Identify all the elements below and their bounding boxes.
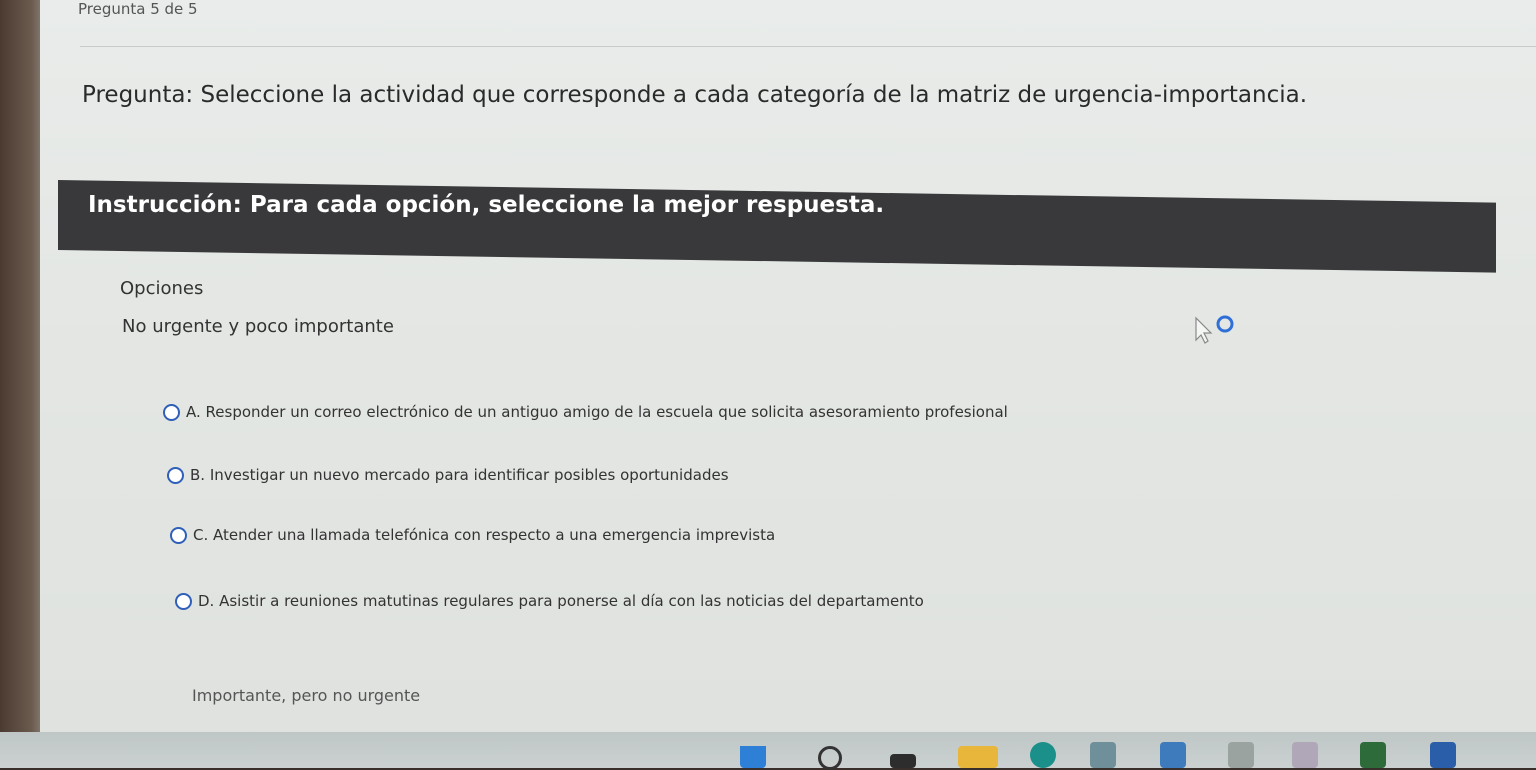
- taskview-icon[interactable]: [890, 754, 916, 768]
- app-icon[interactable]: [1292, 742, 1318, 768]
- question-text: Pregunta: Seleccione la actividad que co…: [82, 82, 1308, 108]
- quiz-screen: [40, 0, 1536, 732]
- header-divider: [80, 46, 1536, 47]
- radio-button-a[interactable]: [163, 403, 180, 421]
- instruction-text: Instrucción: Para cada opción, seleccion…: [88, 192, 885, 218]
- next-category-label: Importante, pero no urgente: [192, 686, 421, 705]
- option-a[interactable]: A. Responder un correo electrónico de un…: [163, 403, 1008, 421]
- search-icon[interactable]: [818, 746, 842, 770]
- radio-button-c[interactable]: [170, 526, 187, 544]
- option-b[interactable]: B. Investigar un nuevo mercado para iden…: [167, 466, 729, 484]
- option-a-label: A. Responder un correo electrónico de un…: [186, 403, 1008, 421]
- radio-button-d[interactable]: [175, 592, 192, 610]
- file-explorer-icon[interactable]: [958, 746, 998, 768]
- radio-button-b[interactable]: [167, 466, 184, 484]
- options-heading: Opciones: [120, 278, 204, 299]
- option-d[interactable]: D. Asistir a reuniones matutinas regular…: [175, 592, 924, 610]
- edge-icon[interactable]: [1030, 742, 1056, 768]
- app-icon[interactable]: [1090, 742, 1116, 768]
- app-icon[interactable]: [1360, 742, 1386, 768]
- option-b-label: B. Investigar un nuevo mercado para iden…: [190, 466, 729, 484]
- option-c[interactable]: C. Atender una llamada telefónica con re…: [170, 526, 775, 544]
- app-icon[interactable]: [1160, 742, 1186, 768]
- app-icon[interactable]: [1228, 742, 1254, 768]
- option-c-label: C. Atender una llamada telefónica con re…: [193, 526, 776, 544]
- question-progress: Pregunta 5 de 5: [78, 0, 198, 18]
- category-label: No urgente y poco importante: [122, 316, 394, 337]
- mouse-pointer-icon: [1195, 315, 1234, 344]
- option-d-label: D. Asistir a reuniones matutinas regular…: [198, 592, 924, 610]
- app-icon[interactable]: [1430, 742, 1456, 768]
